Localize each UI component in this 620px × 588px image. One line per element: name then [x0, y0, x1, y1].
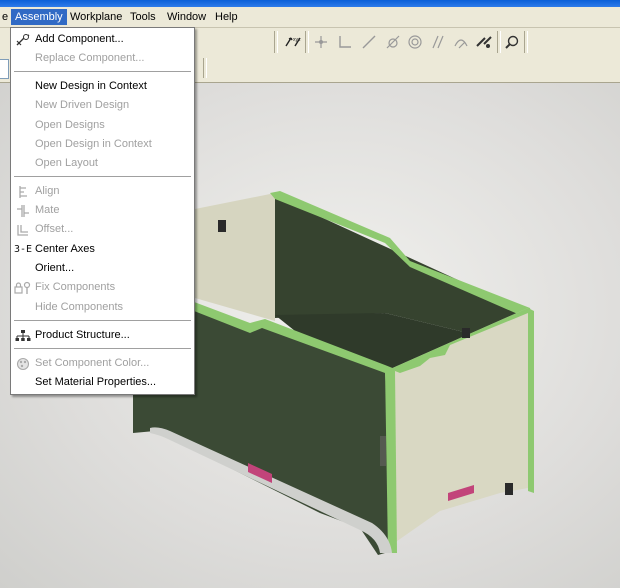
menu-workplane[interactable]: Workplane — [66, 9, 126, 25]
parallel-icon[interactable] — [427, 31, 449, 53]
menu-item-replace-component[interactable]: Replace Component... — [11, 49, 194, 68]
title-bar — [0, 0, 620, 7]
component-color-icon — [14, 355, 32, 372]
menu-item-offset[interactable]: Offset... — [11, 220, 194, 239]
menu-help[interactable]: Help — [211, 9, 242, 25]
menu-item-set-component-color[interactable]: Set Component Color... — [11, 354, 194, 373]
menu-item-new-design-in-context[interactable]: New Design in Context — [11, 77, 194, 96]
menu-item-fix-components[interactable]: Fix Components — [11, 278, 194, 297]
zoom-icon[interactable] — [501, 31, 523, 53]
menu-separator — [14, 348, 191, 350]
menu-separator — [14, 176, 191, 178]
menu-separator — [14, 320, 191, 322]
menu-bar: e Assembly Workplane Tools Window Help — [0, 7, 620, 28]
line-icon[interactable] — [358, 31, 380, 53]
concentric-icon[interactable] — [404, 31, 426, 53]
mate-icon — [14, 202, 32, 219]
offset-icon — [14, 221, 32, 238]
tab-slot — [462, 328, 470, 338]
menu-item-open-designs[interactable]: Open Designs — [11, 116, 194, 135]
toolbar-separator — [203, 58, 207, 78]
toolbar-separator — [524, 31, 528, 53]
product-structure-icon — [14, 327, 32, 344]
foot-slot — [505, 483, 513, 495]
menu-item-open-design-in-context[interactable]: Open Design in Context — [11, 135, 194, 154]
right-end-edge — [528, 308, 534, 493]
menu-tools[interactable]: Tools — [126, 9, 160, 25]
menu-item-center-axes[interactable]: 3-E Center Axes — [11, 240, 194, 259]
menu-item-mate[interactable]: Mate — [11, 201, 194, 220]
measure-icon[interactable]: xyz — [282, 31, 304, 53]
toolbar-separator — [305, 31, 309, 53]
add-component-icon — [14, 31, 32, 48]
menu-item-orient[interactable]: Orient... — [11, 259, 194, 278]
toolbar-combo[interactable] — [0, 59, 9, 79]
menu-item-add-component[interactable]: Add Component... — [11, 30, 194, 49]
arc-icon[interactable] — [450, 31, 472, 53]
center-axes-icon: 3-E — [13, 244, 33, 255]
menu-item-hide-components[interactable]: Hide Components — [11, 298, 194, 317]
tab-slot — [218, 220, 226, 232]
tab-slot — [380, 436, 386, 466]
menu-item-product-structure[interactable]: Product Structure... — [11, 326, 194, 345]
menu-window[interactable]: Window — [163, 9, 210, 25]
menu-item-set-material-properties[interactable]: Set Material Properties... — [11, 373, 194, 392]
fix-components-icon — [14, 279, 32, 296]
svg-text:xyz: xyz — [293, 37, 301, 43]
dimension-icon[interactable] — [473, 31, 495, 53]
tangent-icon[interactable] — [382, 31, 404, 53]
angle-icon[interactable] — [334, 31, 356, 53]
assembly-dropdown-menu: Add Component... Replace Component... Ne… — [10, 27, 195, 395]
menu-separator — [14, 71, 191, 73]
point-icon[interactable] — [310, 31, 332, 53]
menu-item-align[interactable]: Align — [11, 182, 194, 201]
menu-item-new-driven-design[interactable]: New Driven Design — [11, 96, 194, 115]
align-icon — [14, 183, 32, 200]
menu-item-open-layout[interactable]: Open Layout — [11, 154, 194, 173]
toolbar-separator — [274, 31, 278, 53]
menu-assembly[interactable]: Assembly — [11, 9, 67, 25]
